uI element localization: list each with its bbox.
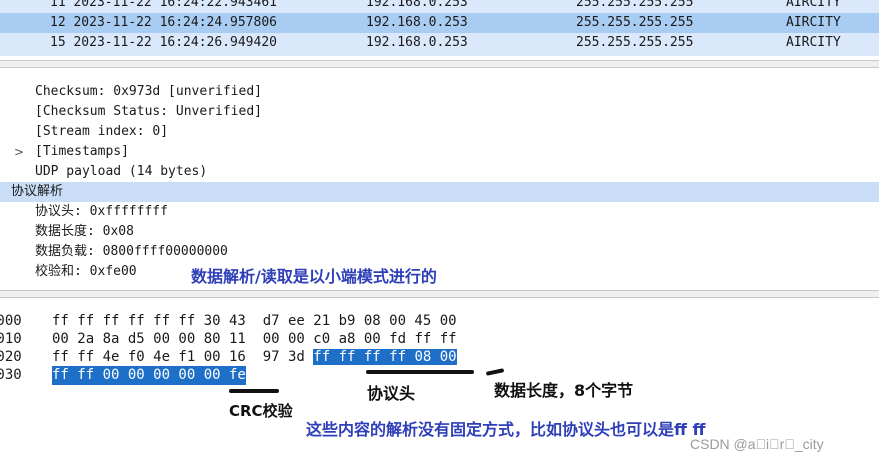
protocol-field-length: 数据长度: 0x08 (35, 224, 134, 239)
note-parse-order: 数据解析/读取是以小端模式进行的 (191, 267, 437, 286)
packet-source: 192.168.0.253 (366, 15, 468, 30)
hex-offset: 0000 (0, 313, 22, 329)
hex-row: 0010 00 2a 8a d5 00 00 80 11 00 00 c0 a8… (0, 330, 457, 349)
detail-stream-index: [Stream index: 0] (35, 124, 169, 139)
packet-protocol: AIRCITY (786, 0, 841, 10)
detail-line[interactable]: Checksum: 0x973d [unverified] (0, 82, 879, 102)
packet-no-time: 12 2023-11-22 16:24:24.957806 (50, 15, 277, 30)
detail-checksum: Checksum: 0x973d [unverified] (35, 84, 262, 99)
packet-protocol: AIRCITY (786, 15, 841, 30)
packet-source: 192.168.0.253 (366, 0, 468, 10)
packet-no-time: 15 2023-11-22 16:24:26.949420 (50, 35, 277, 50)
detail-protocol-header-selected[interactable]: 协议解析 (0, 182, 879, 202)
protocol-field-header: 协议头: 0xffffffff (35, 204, 168, 219)
hex-bytes-highlighted: ff ff ff ff 08 00 (313, 349, 457, 365)
underline-header-mark (366, 370, 474, 374)
hex-offset: 0020 (0, 349, 22, 365)
detail-line[interactable]: 数据负载: 0800ffff00000000 (0, 242, 879, 262)
packet-destination: 255.255.255.255 (576, 35, 694, 50)
detail-line[interactable]: [Stream index: 0] (0, 122, 879, 142)
hex-bytes[interactable]: ff ff ff ff ff ff 30 43 d7 ee 21 b9 08 0… (52, 312, 457, 331)
label-crc: CRC校验 (229, 402, 293, 420)
hex-bytes[interactable]: ff ff 4e f0 4e f1 00 16 97 3d ff ff ff f… (52, 348, 457, 367)
detail-line[interactable]: 协议头: 0xffffffff (0, 202, 879, 222)
detail-line[interactable]: 数据长度: 0x08 (0, 222, 879, 242)
packet-list: 11 2023-11-22 16:24:22.943461 192.168.0.… (0, 0, 879, 56)
hex-row: 0000 ff ff ff ff ff ff 30 43 d7 ee 21 b9… (0, 312, 457, 331)
detail-line[interactable]: [Checksum Status: Unverified] (0, 102, 879, 122)
label-protocol-header: 协议头 (367, 384, 416, 403)
hex-offset: 0010 (0, 331, 22, 347)
hex-offset: 0030 (0, 367, 22, 383)
packet-row[interactable]: 11 2023-11-22 16:24:22.943461 192.168.0.… (0, 0, 879, 13)
protocol-field-checksum: 校验和: 0xfe00 (35, 264, 137, 279)
packet-source: 192.168.0.253 (366, 35, 468, 50)
protocol-field-payload: 数据负载: 0800ffff00000000 (35, 244, 228, 259)
protocol-header-label: 协议解析 (11, 184, 64, 199)
csdn-watermark: CSDN @a i r _city (690, 436, 824, 452)
hex-bytes[interactable]: 00 2a 8a d5 00 00 80 11 00 00 c0 a8 00 f… (52, 330, 457, 349)
packet-row-selected[interactable]: 12 2023-11-22 16:24:24.957806 192.168.0.… (0, 13, 879, 33)
hex-bytes-plain: 00 2a 8a d5 00 00 80 11 00 00 (52, 331, 314, 347)
packet-row[interactable]: 15 2023-11-22 16:24:26.949420 192.168.0.… (0, 33, 879, 53)
chevron-right-icon[interactable]: > (14, 142, 24, 162)
hex-bytes-plain: ff ff 4e f0 4e f1 00 16 97 3d (52, 349, 314, 365)
detail-checksum-status: [Checksum Status: Unverified] (35, 104, 262, 119)
packet-protocol: AIRCITY (786, 35, 841, 50)
detail-timestamps: [Timestamps] (35, 144, 129, 159)
note-no-fixed-format: 这些内容的解析没有固定方式，比如协议头也可以是ff ff (306, 420, 706, 439)
detail-line[interactable]: > [Timestamps] (0, 142, 879, 162)
detail-udp-payload: UDP payload (14 bytes) (35, 164, 208, 179)
label-data-length: 数据长度，8个字节 (494, 381, 634, 400)
pane-splitter[interactable] (0, 60, 879, 68)
hex-row: 0030 ff ff 00 00 00 00 00 fe (0, 366, 246, 385)
packet-destination: 255.255.255.255 (576, 15, 694, 30)
packet-no-time: 11 2023-11-22 16:24:22.943461 (50, 0, 277, 10)
hex-bytes-plain: c0 a8 00 fd ff ff (313, 331, 457, 347)
hex-row: 0020 ff ff 4e f0 4e f1 00 16 97 3d ff ff… (0, 348, 457, 367)
underline-crc-mark (229, 389, 279, 393)
detail-line[interactable]: 校验和: 0xfe00 (0, 262, 879, 282)
packet-destination: 255.255.255.255 (576, 0, 694, 10)
detail-line[interactable]: UDP payload (14 bytes) (0, 162, 879, 182)
pane-splitter[interactable] (0, 290, 879, 298)
hex-bytes-highlighted[interactable]: ff ff 00 00 00 00 00 fe (52, 366, 246, 385)
